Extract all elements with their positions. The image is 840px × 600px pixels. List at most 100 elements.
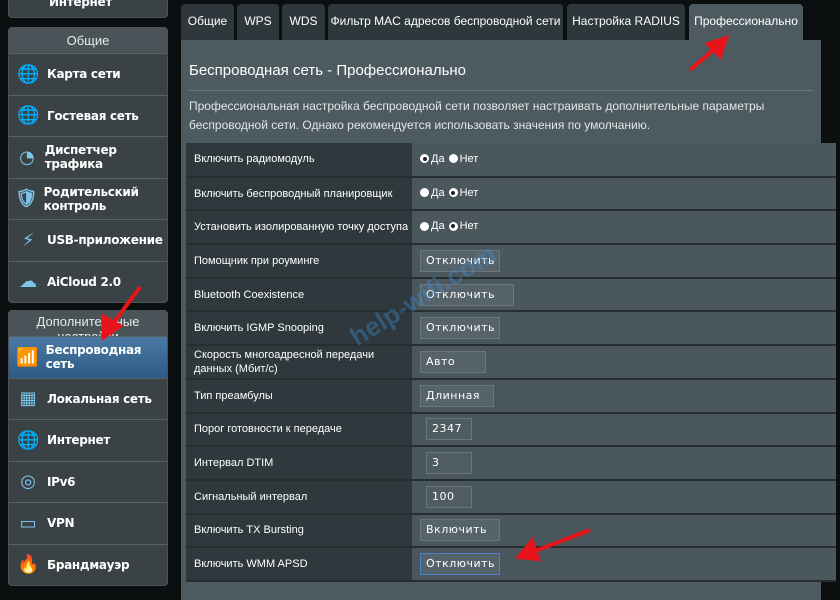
table-row: Помощник при роуминге Отключить [186,244,836,279]
row-label: Помощник при роуминге [186,244,412,279]
sidebar-item[interactable]: 🌐 Интернет [9,419,167,461]
text-input[interactable]: 3 [426,452,472,475]
select-dropdown[interactable]: Отключить [420,317,500,340]
row-label: Bluetooth Coexistence [186,277,412,313]
row-label: Включить IGMP Snooping [186,311,412,347]
sidebar-item[interactable]: 🌐 Гостевая сеть [9,94,167,137]
row-value: Отключить [412,311,836,347]
radio-no[interactable]: Нет [448,153,478,165]
row-value: Да Нет [412,143,836,178]
row-value: Длинная [412,378,836,414]
table-row: Включить TX Bursting Включить [186,513,836,549]
vpn-icon: ▭ [19,512,37,534]
row-label: Включить TX Bursting [186,513,412,549]
globe-icon: 🌐 [16,429,40,451]
select-dropdown[interactable]: Авто [420,350,486,373]
sidebar-item[interactable]: ▦ Локальная сеть [9,377,167,420]
sidebar-item[interactable]: ◔ Диспетчер трафика [9,136,167,178]
select-dropdown[interactable]: Отключить [420,553,500,576]
sidebar-item-internet-top[interactable]: Интернет [9,0,167,17]
text-input[interactable]: 100 [426,485,472,508]
radio-yes[interactable]: Да [420,220,445,232]
row-label: Установить изолированную точку доступа [186,210,412,246]
tab[interactable]: WDS [282,4,325,40]
tab[interactable]: Настройка RADIUS [567,4,685,40]
sidebar-item[interactable]: ▭ VPN [9,502,167,544]
sidebar-item-label: Диспетчер трафика [44,143,117,172]
table-row: Включить IGMP Snooping Отключить [186,311,836,347]
radio-label: Нет [459,220,479,233]
tab[interactable]: Профессионально [689,4,803,40]
row-label: Включить WMM APSD [186,547,412,582]
sidebar-item[interactable]: 🛡 Родительский контроль [9,177,167,220]
tab[interactable]: Фильтр MAC адресов беспроводной сети [328,4,563,40]
lan-icon: ▦ [19,388,37,410]
sidebar-item-label: Беспроводная сеть [45,343,142,372]
radio-no[interactable]: Нет [448,186,479,199]
table-row: Тип преамбулы Длинная [186,378,836,414]
row-value: Да Нет [412,210,836,246]
row-value: 100 [412,479,836,515]
sidebar-general-header: Общие [9,28,167,53]
row-label: Тип преамбулы [186,378,412,414]
traffic-manager-icon: ◔ [19,146,35,168]
radio-icon [420,188,429,198]
divider [189,90,813,91]
radio-label: Да [431,186,445,199]
row-value: Да Нет [412,176,836,212]
row-label: Включить беспроводный планировщик [186,176,412,212]
sidebar-item-label: IPv6 [47,474,76,489]
select-dropdown[interactable]: Длинная [420,384,494,407]
select-dropdown[interactable]: Включить [420,519,500,542]
radio-icon [448,221,458,231]
sidebar-item[interactable]: 📶 Беспроводная сеть [9,336,167,378]
firewall-icon: 🔥 [16,554,40,576]
sidebar-item[interactable]: 🌐 Карта сети [9,53,167,95]
table-row: Порог готовности к передаче 2347 [186,412,836,448]
radio-icon [448,154,458,164]
radio-label: Да [431,152,445,165]
radio-label: Нет [459,186,479,199]
row-label: Интервал DTIM [186,446,412,481]
radio-icon [420,154,429,164]
sidebar-advanced-header: Дополнительные настройки [9,311,167,336]
radio-icon [420,221,429,231]
guest-network-icon: 🌐 [16,105,40,127]
sidebar-item[interactable]: ⚡ USB-приложение [9,219,167,261]
radio-no[interactable]: Нет [448,220,479,233]
ipv6-icon: ◎ [20,471,36,493]
radio-yes[interactable]: Да [420,153,445,165]
select-dropdown[interactable]: Отключить [420,283,514,306]
sidebar-advanced: Дополнительные настройки 📶 Беспроводная с… [8,310,168,586]
page-description: Профессиональная настройка беспроводной … [189,99,765,132]
radio-yes[interactable]: Да [420,187,445,199]
row-label: Скорость многоадресной передачи данных (… [186,345,412,380]
radio-label: Да [431,220,445,233]
sidebar-item-label: USB-приложение [47,233,163,248]
sidebar-item[interactable]: 🔥 Брандмауэр [9,543,167,586]
wireless-icon: 📶 [16,346,39,368]
text-input[interactable]: 2347 [426,418,472,441]
radio-icon [448,188,458,198]
table-row: Включить WMM APSD Отключить [186,547,836,582]
sidebar-item-label: Родительский контроль [43,184,139,213]
tab[interactable]: Общие [181,4,234,40]
table-row: Включить радиомодуль Да Нет [186,143,836,178]
select-dropdown[interactable]: Отключить [420,249,500,272]
row-value: Авто [412,345,836,380]
row-value: 2347 [412,412,836,448]
table-row: Скорость многоадресной передачи данных (… [186,345,836,380]
sidebar-item[interactable]: ◎ IPv6 [9,460,167,503]
sidebar-item-label: VPN [47,516,75,531]
sidebar-item-label: Локальная сеть [47,391,152,406]
tab[interactable]: WPS [237,4,279,40]
sidebar-item[interactable]: ☁ AiCloud 2.0 [9,260,167,303]
row-value: Включить [412,513,836,549]
usb-icon: ⚡ [21,229,35,251]
row-label: Включить радиомодуль [186,143,412,178]
row-value: 3 [412,446,836,481]
main-panel: Беспроводная сеть - Профессионально Проф… [181,40,836,600]
table-row: Сигнальный интервал 100 [186,479,836,515]
row-label: Порог готовности к передаче [186,412,412,448]
settings-table: Включить радиомодуль Да Нет Включить беспро… [186,143,836,582]
